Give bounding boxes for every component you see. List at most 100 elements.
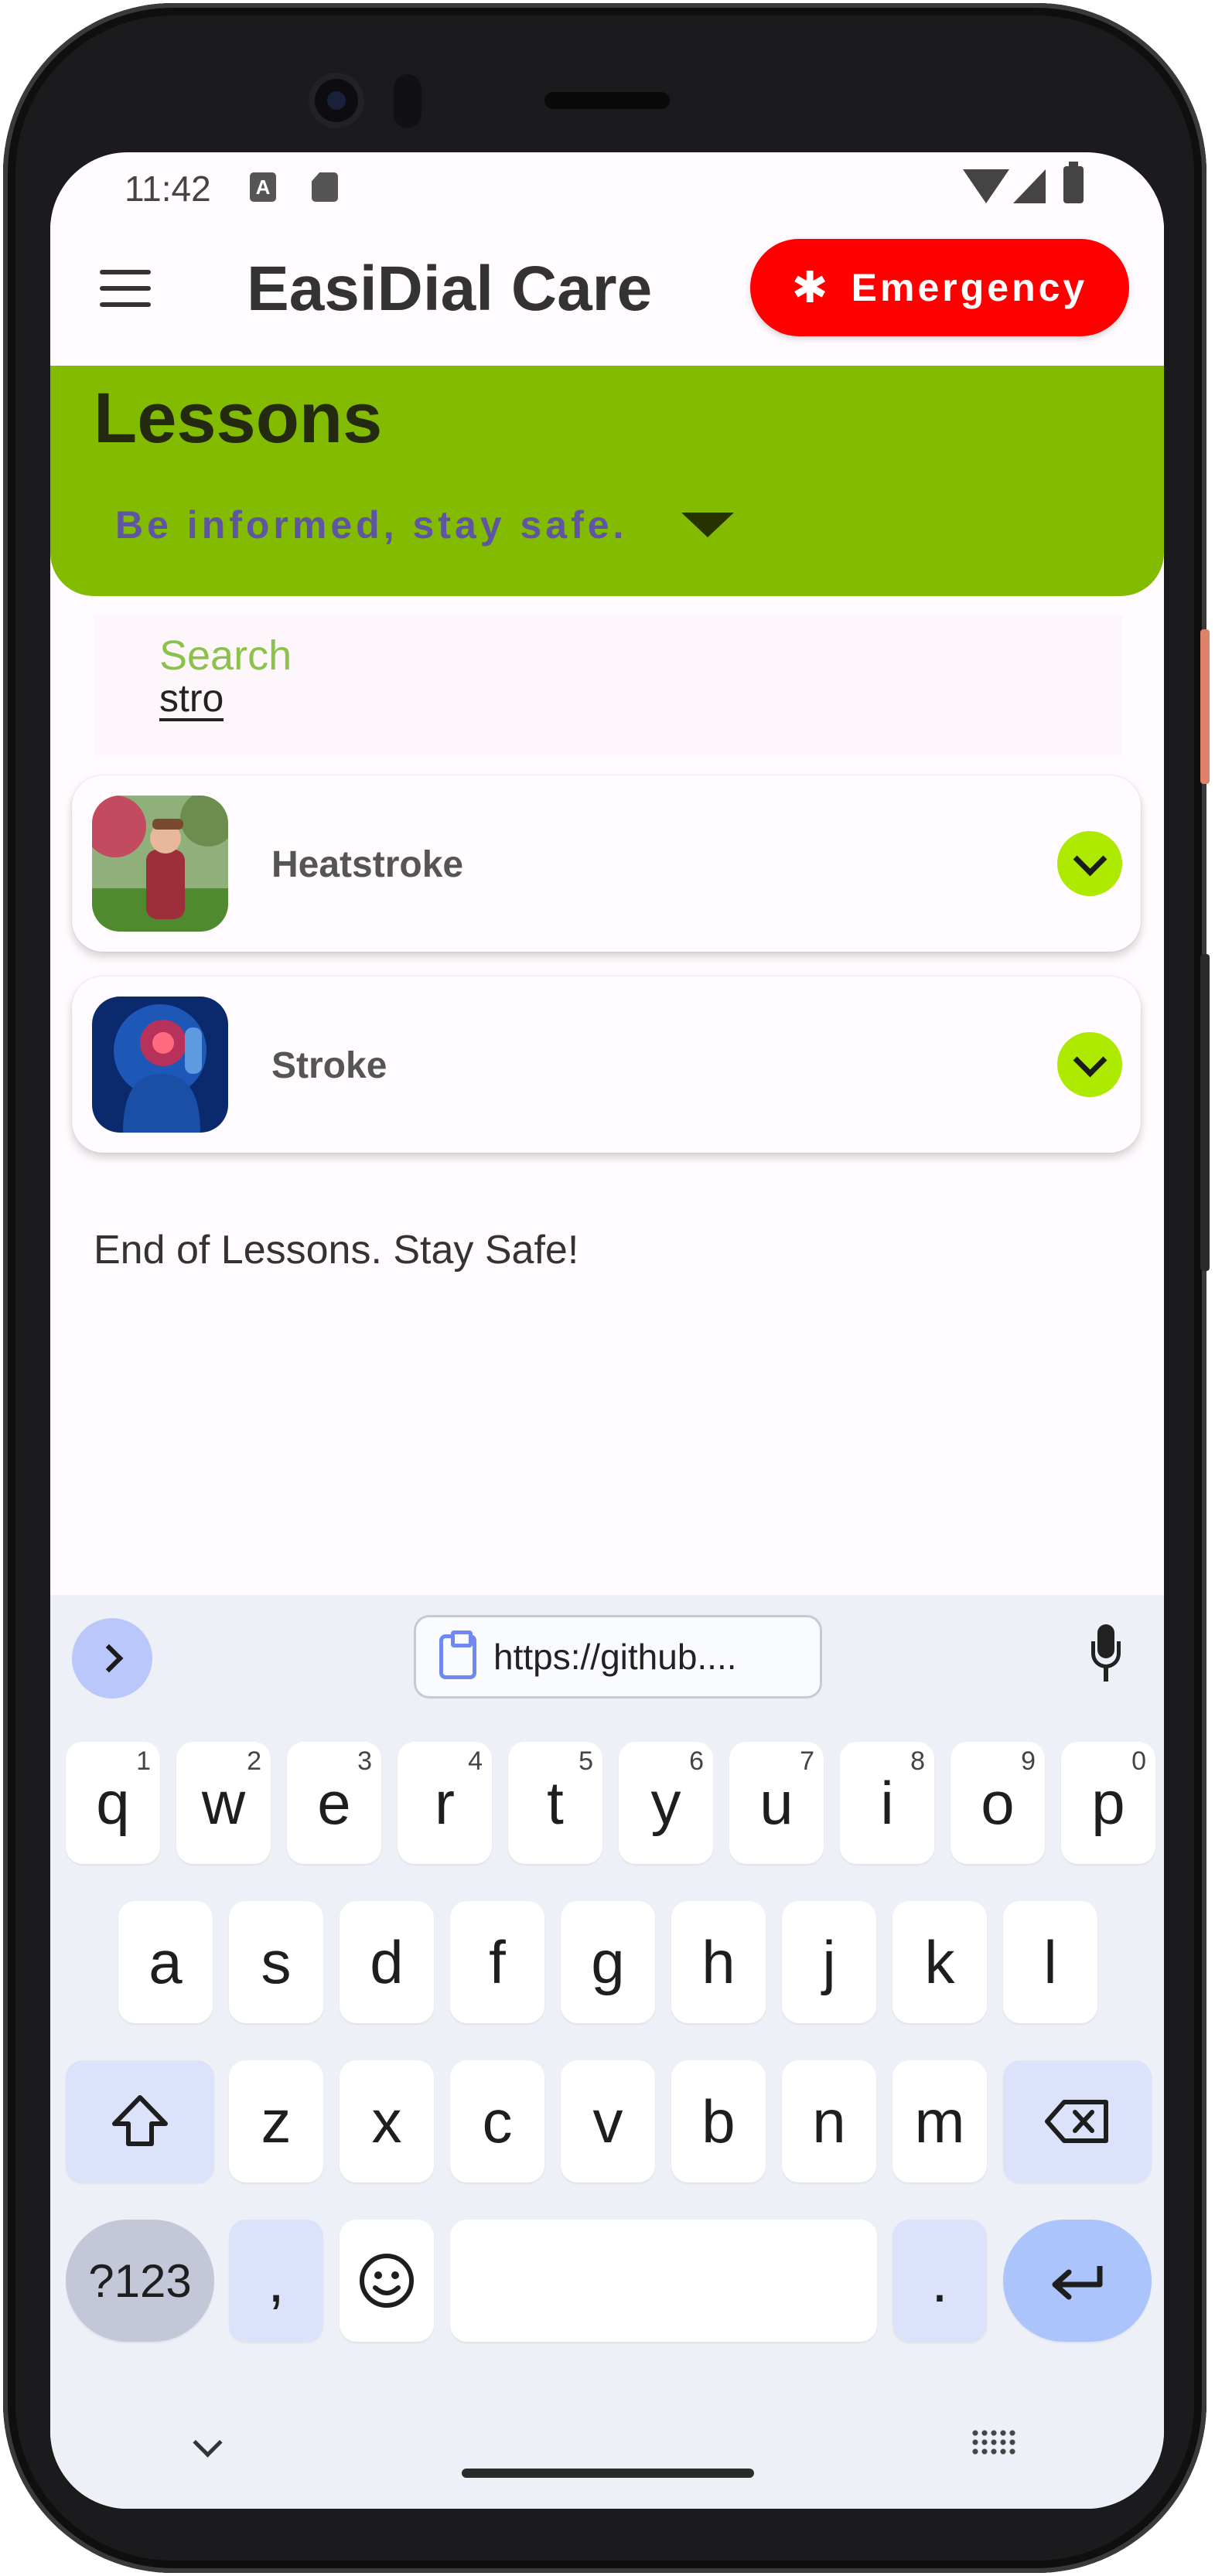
key-label: i	[880, 1768, 894, 1837]
backspace-key[interactable]	[1003, 2060, 1152, 2182]
key-s[interactable]: s	[229, 1901, 323, 2023]
lesson-title: Stroke	[271, 1045, 387, 1086]
wifi-icon	[963, 169, 1009, 203]
page-title: Lessons	[94, 379, 383, 458]
hide-keyboard-icon[interactable]	[193, 2428, 223, 2458]
dropdown-caret-icon	[681, 513, 735, 537]
lessons-header: Lessons Be informed, stay safe.	[50, 366, 1164, 596]
key-t[interactable]: t5	[508, 1742, 602, 1864]
key-label: y	[650, 1768, 681, 1837]
key-m[interactable]: m	[892, 2060, 987, 2182]
key-p[interactable]: p0	[1061, 1742, 1155, 1864]
keyboard-switcher-icon[interactable]	[971, 2428, 1017, 2455]
key-x[interactable]: x	[340, 2060, 434, 2182]
clipboard-link-icon	[439, 1630, 476, 1679]
search-label: Search	[159, 632, 292, 679]
status-bar: 11:42 A	[50, 152, 1164, 222]
key-a[interactable]: a	[118, 1901, 213, 2023]
battery-icon	[1063, 162, 1084, 203]
sd-card-icon	[312, 172, 338, 202]
search-input[interactable]: stro	[159, 678, 224, 721]
key-hint: 2	[247, 1746, 261, 1776]
key-label: w	[201, 1768, 246, 1837]
key-hint: 4	[468, 1746, 483, 1776]
lesson-card-stroke[interactable]: Stroke	[72, 976, 1141, 1153]
key-b[interactable]: b	[671, 2060, 766, 2182]
key-label: t	[547, 1768, 564, 1837]
key-o[interactable]: o9	[950, 1742, 1045, 1864]
space-key[interactable]	[450, 2220, 877, 2342]
emoji-key[interactable]	[340, 2220, 434, 2342]
app-title: EasiDial Care	[247, 254, 653, 324]
status-time: 11:42	[125, 169, 211, 209]
lesson-card-heatstroke[interactable]: Heatstroke	[72, 775, 1141, 952]
key-g[interactable]: g	[561, 1901, 655, 2023]
key-i[interactable]: i8	[840, 1742, 934, 1864]
key-w[interactable]: w2	[176, 1742, 271, 1864]
enter-arrow-icon	[1052, 2266, 1103, 2300]
key-h[interactable]: h	[671, 1901, 766, 2023]
search-field[interactable]: Search stro	[94, 615, 1122, 755]
end-of-lessons-message: End of Lessons. Stay Safe!	[94, 1228, 579, 1273]
key-label: e	[317, 1768, 351, 1837]
chevron-down-icon	[1073, 1043, 1107, 1077]
comma-key[interactable]: ,	[229, 2220, 323, 2342]
key-hint: 9	[1021, 1746, 1036, 1776]
shift-icon	[112, 2095, 168, 2146]
hamburger-menu-icon[interactable]	[100, 270, 151, 307]
chevron-down-icon	[1073, 842, 1107, 876]
clipboard-text: https://github....	[493, 1637, 737, 1677]
key-label: u	[759, 1768, 794, 1837]
symbols-key[interactable]: ?123	[66, 2220, 214, 2342]
key-l[interactable]: l	[1003, 1901, 1097, 2023]
key-hint: 3	[357, 1746, 372, 1776]
app-bar: EasiDial Care ✱ Emergency	[50, 222, 1164, 366]
tagline-text: Be informed, stay safe.	[115, 503, 628, 547]
key-r[interactable]: r4	[398, 1742, 492, 1864]
key-d[interactable]: d	[340, 1901, 434, 2023]
screen: 11:42 A EasiDial Care ✱ Emergency Lesson…	[50, 152, 1164, 2509]
expand-button[interactable]	[1057, 1032, 1122, 1097]
key-y[interactable]: y6	[619, 1742, 713, 1864]
key-hint: 1	[136, 1746, 151, 1776]
key-u[interactable]: u7	[729, 1742, 824, 1864]
key-f[interactable]: f	[450, 1901, 544, 2023]
emoji-icon	[360, 2254, 414, 2308]
keyboard-notification-icon: A	[250, 172, 276, 202]
key-c[interactable]: c	[450, 2060, 544, 2182]
tagline-dropdown[interactable]: Be informed, stay safe.	[115, 496, 735, 554]
chevron-right-icon	[94, 1644, 124, 1673]
key-n[interactable]: n	[782, 2060, 876, 2182]
key-hint: 0	[1131, 1746, 1146, 1776]
clipboard-suggestion-chip[interactable]: https://github....	[414, 1615, 822, 1699]
keyboard-toolbar-expand-button[interactable]	[72, 1618, 152, 1699]
backspace-icon	[1045, 2100, 1108, 2143]
medical-asterisk-icon: ✱	[791, 263, 828, 312]
enter-key[interactable]	[1003, 2220, 1152, 2342]
power-button	[1200, 629, 1210, 784]
key-hint: 5	[578, 1746, 593, 1776]
period-key[interactable]: .	[892, 2220, 987, 2342]
key-q[interactable]: q1	[66, 1742, 160, 1864]
lesson-title: Heatstroke	[271, 844, 464, 885]
key-hint: 8	[910, 1746, 925, 1776]
stroke-thumbnail	[92, 997, 228, 1133]
key-v[interactable]: v	[561, 2060, 655, 2182]
key-k[interactable]: k	[892, 1901, 987, 2023]
key-j[interactable]: j	[782, 1901, 876, 2023]
shift-key[interactable]	[66, 2060, 214, 2182]
phone-frame: 11:42 A EasiDial Care ✱ Emergency Lesson…	[3, 3, 1210, 2573]
emergency-button[interactable]: ✱ Emergency	[750, 239, 1129, 336]
volume-button	[1200, 954, 1210, 1271]
key-z[interactable]: z	[229, 2060, 323, 2182]
heatstroke-thumbnail	[92, 796, 228, 932]
earpiece-speaker	[544, 92, 670, 109]
expand-button[interactable]	[1057, 831, 1122, 896]
key-label: p	[1091, 1768, 1125, 1837]
microphone-icon[interactable]	[1091, 1624, 1121, 1694]
onscreen-keyboard: https://github.... q1 w2 e3 r4 t5 y6 u7 …	[50, 1595, 1164, 2509]
home-gesture-bar[interactable]	[462, 2469, 754, 2478]
cellular-signal-icon	[1013, 169, 1046, 203]
key-e[interactable]: e3	[287, 1742, 381, 1864]
key-hint: 6	[689, 1746, 704, 1776]
